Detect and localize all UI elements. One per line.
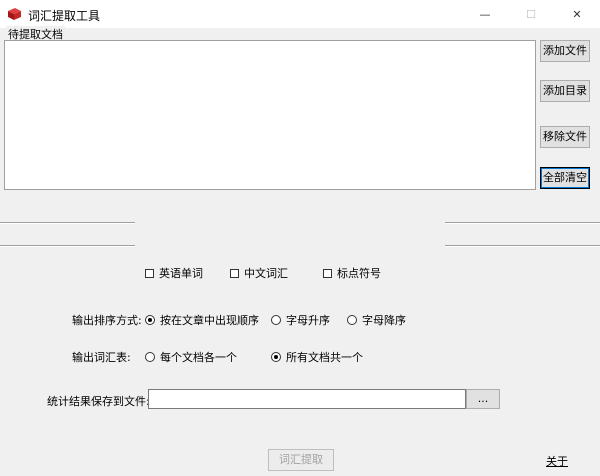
radio-sort-descending[interactable]: 字母降序 bbox=[347, 312, 406, 328]
remove-file-button[interactable]: 移除文件 bbox=[540, 126, 590, 148]
checkbox-box bbox=[323, 268, 332, 278]
extract-button[interactable]: 词汇提取 bbox=[268, 449, 334, 471]
radio-label: 按在文章中出现顺序 bbox=[160, 314, 259, 327]
panel-gap bbox=[135, 195, 445, 255]
add-file-button[interactable]: 添加文件 bbox=[540, 40, 590, 62]
radio-label: 所有文档共一个 bbox=[286, 351, 363, 364]
save-path-label: 统计结果保存到文件: bbox=[47, 395, 150, 408]
radio-label: 字母升序 bbox=[286, 314, 330, 327]
about-link[interactable]: 关于 bbox=[546, 453, 568, 469]
checkbox-chinese-words[interactable]: 中文词汇 bbox=[230, 265, 288, 281]
radio-sort-ascending[interactable]: 字母升序 bbox=[271, 312, 330, 328]
radio-circle bbox=[145, 315, 155, 325]
maximize-icon: ☐ bbox=[526, 7, 536, 21]
minimize-button[interactable]: — bbox=[462, 0, 508, 28]
window-title: 词汇提取工具 bbox=[28, 9, 101, 23]
output-list-label: 输出词汇表: bbox=[72, 351, 131, 364]
radio-label: 字母降序 bbox=[362, 314, 406, 327]
checkbox-punctuation[interactable]: 标点符号 bbox=[323, 265, 381, 281]
sort-order-label: 输出排序方式: bbox=[72, 314, 142, 327]
maximize-button[interactable]: ☐ bbox=[508, 0, 554, 28]
checkbox-box bbox=[145, 268, 154, 278]
clear-all-button[interactable]: 全部清空 bbox=[540, 167, 590, 189]
checkbox-english-words[interactable]: 英语单词 bbox=[145, 265, 203, 281]
close-button[interactable]: ✕ bbox=[554, 0, 600, 28]
checkbox-label: 标点符号 bbox=[337, 267, 381, 280]
radio-circle bbox=[271, 352, 281, 362]
radio-label: 每个文档各一个 bbox=[160, 351, 237, 364]
checkbox-label: 中文词汇 bbox=[244, 267, 288, 280]
add-directory-button[interactable]: 添加目录 bbox=[540, 80, 590, 102]
browse-button[interactable]: ... bbox=[466, 389, 500, 409]
close-icon: ✕ bbox=[572, 7, 582, 21]
radio-output-shared[interactable]: 所有文档共一个 bbox=[271, 349, 363, 365]
save-path-input[interactable] bbox=[148, 389, 466, 409]
minimize-icon: — bbox=[479, 7, 491, 21]
radio-circle bbox=[145, 352, 155, 362]
radio-circle bbox=[347, 315, 357, 325]
checkbox-label: 英语单词 bbox=[159, 267, 203, 280]
checkbox-box bbox=[230, 268, 239, 278]
radio-sort-appearance[interactable]: 按在文章中出现顺序 bbox=[145, 312, 259, 328]
title-bar: 词汇提取工具 — ☐ ✕ bbox=[0, 0, 600, 28]
app-book-icon bbox=[8, 8, 21, 20]
file-list[interactable] bbox=[4, 40, 536, 190]
radio-output-per-document[interactable]: 每个文档各一个 bbox=[145, 349, 237, 365]
radio-circle bbox=[271, 315, 281, 325]
